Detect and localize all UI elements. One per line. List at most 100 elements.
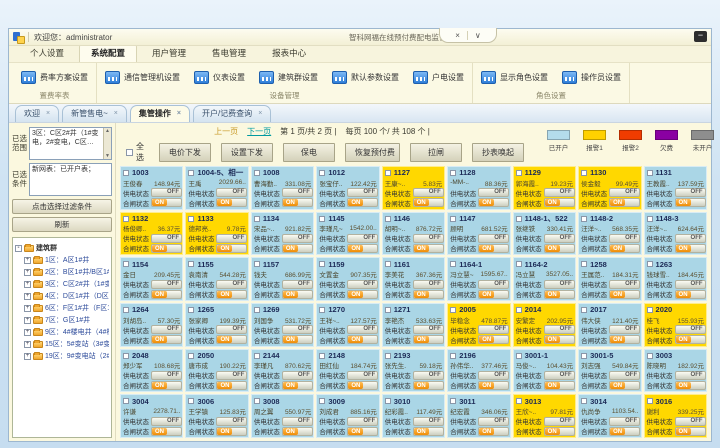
gate-toggle-on[interactable]: ON (413, 427, 444, 436)
tree-item-3[interactable]: +4区：D区1#井（D区1 (15, 290, 109, 302)
expand-icon[interactable]: + (24, 257, 31, 264)
supply-toggle-off[interactable]: OFF (478, 280, 509, 289)
card-checkbox[interactable] (516, 307, 522, 313)
gate-toggle-on[interactable]: ON (216, 290, 247, 299)
expand-icon[interactable]: + (24, 341, 31, 348)
gate-toggle-on[interactable]: ON (282, 381, 313, 390)
gate-toggle-on[interactable]: ON (544, 290, 575, 299)
gate-toggle-on[interactable]: ON (216, 335, 247, 344)
ribbon-button[interactable]: 通信管理机设置 (105, 71, 180, 84)
doc-tab-3[interactable]: 开户/记费查询× (193, 105, 271, 122)
supply-toggle-off[interactable]: OFF (413, 188, 444, 197)
next-page-link[interactable]: 下一页 (247, 126, 271, 137)
supply-toggle-off[interactable]: OFF (675, 234, 706, 243)
card-checkbox[interactable] (581, 307, 587, 313)
card-checkbox[interactable] (385, 398, 391, 404)
card-checkbox[interactable] (647, 216, 653, 222)
card-checkbox[interactable] (254, 216, 260, 222)
card-checkbox[interactable] (123, 216, 129, 222)
expand-icon[interactable]: + (24, 281, 31, 288)
action-button-3[interactable]: 恢复预付费 (345, 143, 400, 162)
card-checkbox[interactable] (516, 398, 522, 404)
supply-toggle-off[interactable]: OFF (151, 325, 182, 334)
supply-toggle-off[interactable]: OFF (347, 417, 378, 426)
supply-toggle-off[interactable]: OFF (347, 234, 378, 243)
card-checkbox[interactable] (319, 307, 325, 313)
card-checkbox[interactable] (516, 353, 522, 359)
card-checkbox[interactable] (319, 261, 325, 267)
gate-toggle-on[interactable]: ON (675, 290, 706, 299)
card-checkbox[interactable] (450, 307, 456, 313)
doc-tab-1[interactable]: 新管售电~× (62, 105, 127, 122)
action-button-4[interactable]: 拉闸 (410, 143, 462, 162)
gate-toggle-on[interactable]: ON (151, 198, 182, 207)
supply-toggle-off[interactable]: OFF (609, 280, 640, 289)
ribbon-button[interactable]: 建筑群设置 (259, 71, 318, 84)
supply-toggle-off[interactable]: OFF (347, 325, 378, 334)
gate-toggle-on[interactable]: ON (347, 427, 378, 436)
supply-toggle-off[interactable]: OFF (282, 188, 313, 197)
gate-toggle-on[interactable]: ON (675, 427, 706, 436)
prev-page-link[interactable]: 上一页 (214, 126, 238, 137)
card-checkbox[interactable] (450, 216, 456, 222)
supply-toggle-off[interactable]: OFF (282, 325, 313, 334)
gate-toggle-on[interactable]: ON (151, 335, 182, 344)
card-checkbox[interactable] (319, 353, 325, 359)
supply-toggle-off[interactable]: OFF (347, 188, 378, 197)
gate-toggle-on[interactable]: ON (544, 427, 575, 436)
gate-toggle-on[interactable]: ON (151, 381, 182, 390)
supply-toggle-off[interactable]: OFF (216, 280, 247, 289)
gate-toggle-on[interactable]: ON (216, 427, 247, 436)
tree-item-8[interactable]: +19区：9#变电站（2# (15, 350, 109, 362)
ribbon-button[interactable]: 仪表设置 (194, 71, 245, 84)
gate-toggle-on[interactable]: ON (675, 198, 706, 207)
gate-toggle-on[interactable]: ON (151, 244, 182, 253)
gate-toggle-on[interactable]: ON (216, 198, 247, 207)
ribbon-button[interactable]: 默认参数设置 (332, 71, 399, 84)
supply-toggle-off[interactable]: OFF (216, 188, 247, 197)
supply-toggle-off[interactable]: OFF (675, 417, 706, 426)
menu-tab-4[interactable]: 报表中心 (261, 45, 317, 62)
card-checkbox[interactable] (188, 353, 194, 359)
scrollbar[interactable]: ▲ ▼ (103, 128, 111, 159)
supply-toggle-off[interactable]: OFF (413, 325, 444, 334)
expand-icon[interactable]: + (24, 305, 31, 312)
supply-toggle-off[interactable]: OFF (478, 417, 509, 426)
card-checkbox[interactable] (647, 307, 653, 313)
gate-toggle-on[interactable]: ON (544, 335, 575, 344)
close-tab-icon[interactable]: × (46, 110, 50, 117)
card-checkbox[interactable] (581, 353, 587, 359)
card-checkbox[interactable] (450, 170, 456, 176)
gate-toggle-on[interactable]: ON (675, 244, 706, 253)
supply-toggle-off[interactable]: OFF (478, 325, 509, 334)
gate-toggle-on[interactable]: ON (609, 381, 640, 390)
gate-toggle-on[interactable]: ON (478, 244, 509, 253)
ribbon-button[interactable]: 显示角色设置 (481, 71, 548, 84)
tree-item-1[interactable]: +2区：B区1#井/B区1# (15, 266, 109, 278)
supply-toggle-off[interactable]: OFF (151, 417, 182, 426)
supply-toggle-off[interactable]: OFF (675, 280, 706, 289)
card-checkbox[interactable] (188, 398, 194, 404)
card-checkbox[interactable] (581, 261, 587, 267)
close-tab-icon[interactable]: × (258, 110, 262, 117)
refresh-button[interactable]: 刷新 (12, 217, 112, 232)
card-checkbox[interactable] (254, 353, 260, 359)
gate-toggle-on[interactable]: ON (347, 381, 378, 390)
card-checkbox[interactable] (188, 170, 194, 176)
card-checkbox[interactable] (123, 398, 129, 404)
gate-toggle-on[interactable]: ON (413, 381, 444, 390)
supply-toggle-off[interactable]: OFF (544, 325, 575, 334)
ribbon-button[interactable]: 操作员设置 (562, 71, 621, 84)
gate-toggle-on[interactable]: ON (609, 198, 640, 207)
supply-toggle-off[interactable]: OFF (282, 417, 313, 426)
supply-toggle-off[interactable]: OFF (151, 188, 182, 197)
card-checkbox[interactable] (385, 170, 391, 176)
selected-range-listbox[interactable]: 3区：C区2#井（1#变电，2#变电，C区… ▲ ▼ (29, 127, 112, 160)
gate-toggle-on[interactable]: ON (216, 244, 247, 253)
menu-tab-1[interactable]: 系统配置 (79, 44, 137, 62)
supply-toggle-off[interactable]: OFF (544, 188, 575, 197)
menu-tab-2[interactable]: 用户管理 (141, 45, 197, 62)
selected-condition-listbox[interactable]: 新网表：已开户表； (29, 163, 112, 196)
gate-toggle-on[interactable]: ON (282, 427, 313, 436)
chevron-down-icon[interactable]: ∨ (475, 31, 481, 40)
